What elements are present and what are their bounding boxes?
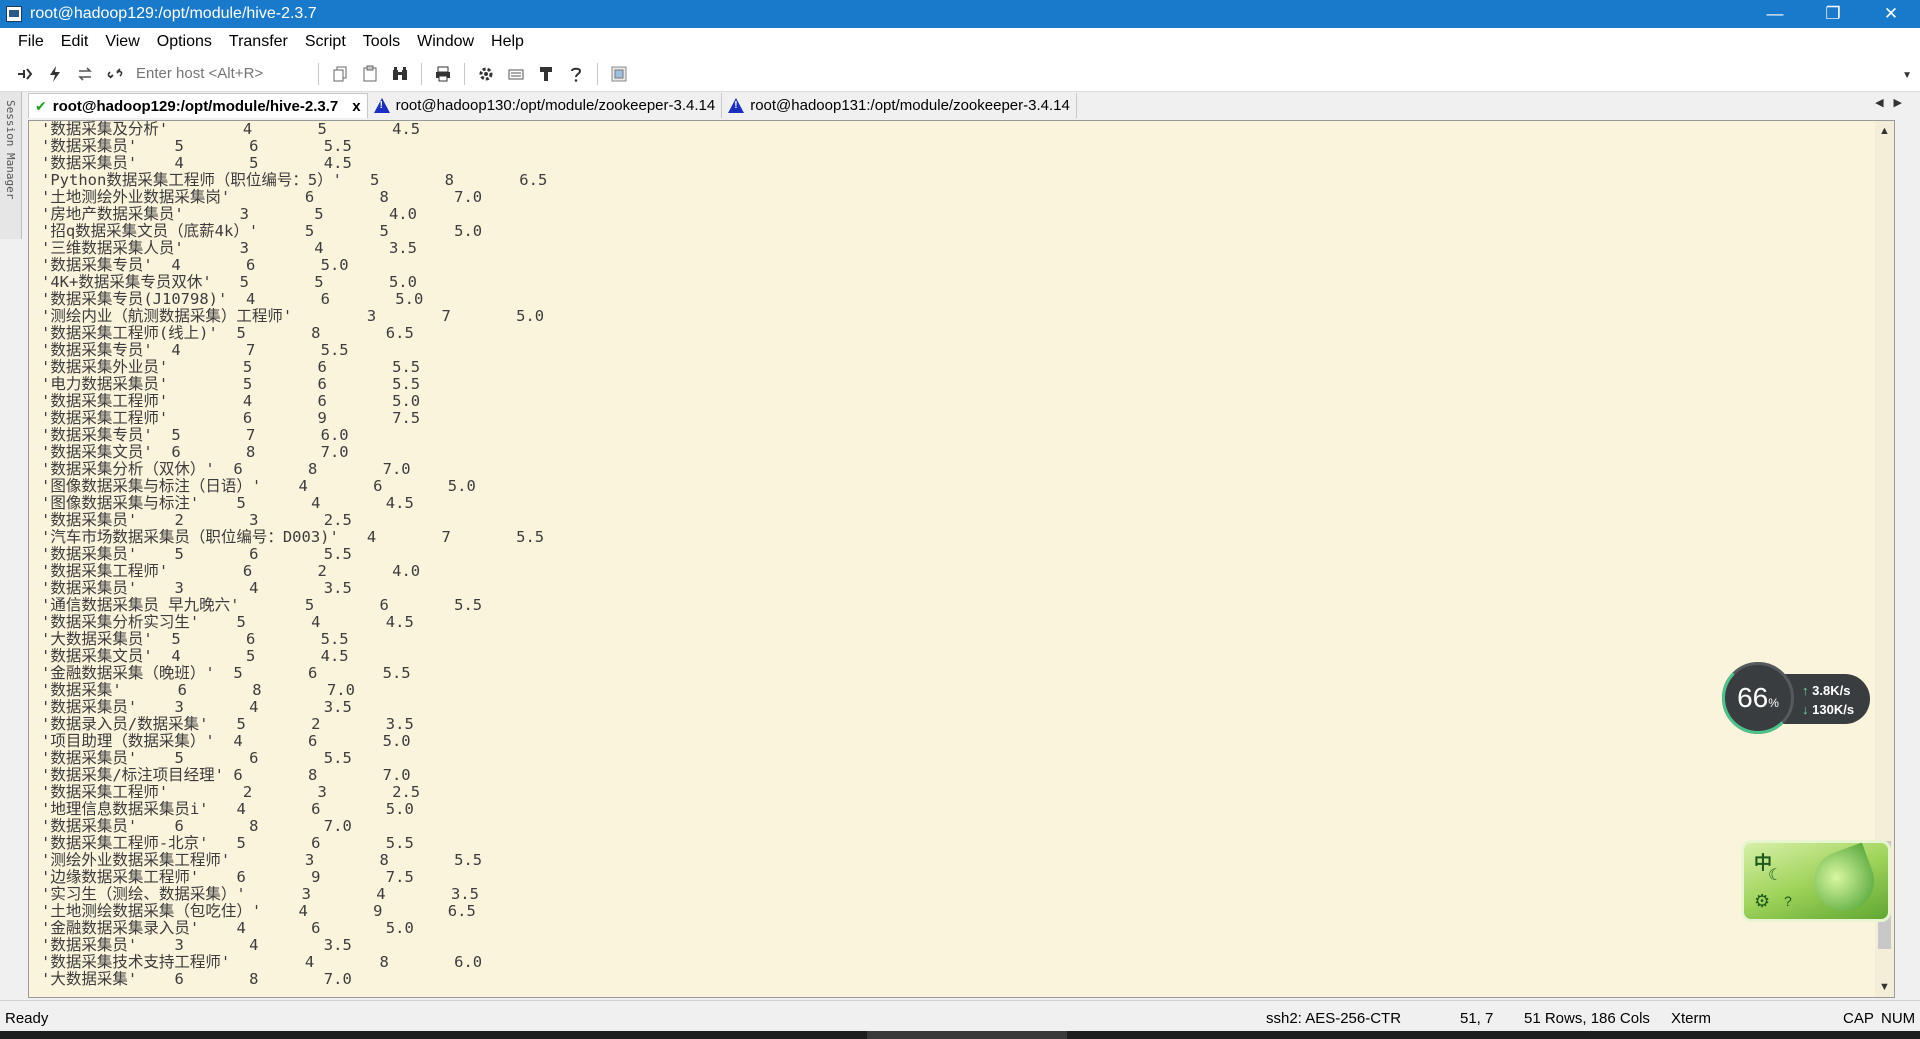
- menu-window[interactable]: Window: [409, 33, 483, 51]
- toolbar-separator: [464, 62, 465, 85]
- status-ready: Ready: [5, 1010, 49, 1027]
- status-cipher: ssh2: AES-256-CTR: [1266, 1010, 1402, 1027]
- settings-gear-icon[interactable]: [474, 62, 498, 86]
- find-icon[interactable]: [388, 62, 412, 86]
- status-num-lock: NUM: [1881, 1010, 1916, 1027]
- session-manager-label: Session Manager: [4, 100, 17, 200]
- download-speed: ↓ 130K/s: [1802, 702, 1855, 717]
- tab-hadoop131[interactable]: root@hadoop131:/opt/module/zookeeper-3.4…: [722, 93, 1077, 118]
- menu-file[interactable]: File: [0, 33, 53, 51]
- close-window-button[interactable]: ✕: [1862, 0, 1920, 28]
- connect-icon[interactable]: [13, 62, 37, 86]
- menu-script[interactable]: Script: [297, 33, 355, 51]
- session-tab-bar: ✔ root@hadoop129:/opt/module/hive-2.3.7 …: [28, 92, 1920, 119]
- menu-view[interactable]: View: [97, 33, 148, 51]
- taskbar-strip: [0, 1031, 1920, 1039]
- status-terminal-size: 51 Rows, 186 Cols: [1524, 1010, 1650, 1027]
- menu-options[interactable]: Options: [149, 33, 221, 51]
- keymap-icon[interactable]: [504, 62, 528, 86]
- sftp-icon[interactable]: [534, 62, 558, 86]
- print-icon[interactable]: [431, 62, 455, 86]
- ime-input-widget[interactable]: 中 ☾ ⚙ ?: [1741, 840, 1891, 922]
- disconnect-icon[interactable]: [103, 62, 127, 86]
- upload-speed: ↑ 3.8K/s: [1802, 683, 1851, 698]
- tab-scroll-arrows-icon[interactable]: ◀▶: [1875, 96, 1912, 109]
- reconnect-icon[interactable]: [73, 62, 97, 86]
- ime-settings-gear-icon[interactable]: ⚙: [1754, 891, 1770, 912]
- tab-label: root@hadoop130:/opt/module/zookeeper-3.4…: [395, 97, 716, 114]
- enter-host-input[interactable]: [130, 61, 312, 86]
- help-icon[interactable]: [564, 62, 588, 86]
- menu-edit[interactable]: Edit: [53, 33, 98, 51]
- title-bar: root@hadoop129:/opt/module/hive-2.3.7 — …: [0, 0, 1920, 28]
- status-terminal-type: Xterm: [1671, 1010, 1712, 1027]
- terminal-window[interactable]: '数据采集及分析' 4 5 4.5 '数据采集员' 5 6 5.5 '数据采集员…: [28, 120, 1895, 998]
- scroll-up-icon[interactable]: ▲: [1879, 125, 1890, 137]
- ime-help-icon[interactable]: ?: [1784, 893, 1792, 909]
- menu-transfer[interactable]: Transfer: [221, 33, 297, 51]
- menu-bar: File Edit View Options Transfer Script T…: [0, 28, 1920, 56]
- taskbar-active-item: [867, 1031, 1067, 1039]
- toolbar-dropdown-arrow-icon[interactable]: ▼: [1902, 70, 1912, 81]
- tab-hadoop130[interactable]: root@hadoop130:/opt/module/zookeeper-3.4…: [368, 93, 723, 118]
- toolbar-separator: [421, 62, 422, 85]
- minimize-button[interactable]: —: [1746, 0, 1804, 28]
- status-cursor-position: 51, 7: [1460, 1010, 1494, 1027]
- disconnected-warning-icon: [373, 98, 390, 113]
- half-width-moon-icon[interactable]: ☾: [1768, 865, 1782, 885]
- percent-unit: %: [1768, 696, 1779, 710]
- tab-label: root@hadoop129:/opt/module/hive-2.3.7: [52, 97, 339, 115]
- disconnected-warning-icon: [728, 98, 745, 113]
- restore-button[interactable]: ❐: [1804, 0, 1862, 28]
- toolbar-separator: [597, 62, 598, 85]
- tab-label: root@hadoop131:/opt/module/zookeeper-3.4…: [750, 97, 1070, 114]
- memory-percent: 66: [1737, 682, 1769, 713]
- tab-hadoop129[interactable]: ✔ root@hadoop129:/opt/module/hive-2.3.7 …: [28, 93, 368, 118]
- paste-icon[interactable]: [358, 62, 382, 86]
- session-manager-tab[interactable]: Session Manager: [0, 92, 22, 239]
- window-title: root@hadoop129:/opt/module/hive-2.3.7: [30, 5, 317, 22]
- scroll-down-icon[interactable]: ▼: [1879, 981, 1890, 993]
- toolbar: ▼: [0, 56, 1920, 92]
- terminal-output: '数据采集及分析' 4 5 4.5 '数据采集员' 5 6 5.5 '数据采集员…: [41, 120, 548, 988]
- securecrt-app-icon: [6, 6, 22, 22]
- menu-help[interactable]: Help: [483, 33, 533, 51]
- memory-usage-ring: 66%: [1722, 662, 1794, 734]
- connected-check-icon: ✔: [35, 97, 47, 114]
- close-tab-icon[interactable]: x: [352, 98, 360, 115]
- copy-icon[interactable]: [328, 62, 352, 86]
- menu-tools[interactable]: Tools: [355, 33, 409, 51]
- toolbar-separator: [318, 62, 319, 85]
- leaf-image: [1805, 843, 1883, 919]
- network-monitor-widget[interactable]: ↑ 3.8K/s ↓ 130K/s 66%: [1722, 662, 1872, 734]
- screenshot-icon[interactable]: [607, 62, 631, 86]
- status-caps-lock: CAP: [1843, 1010, 1874, 1027]
- quick-connect-icon[interactable]: [43, 62, 67, 86]
